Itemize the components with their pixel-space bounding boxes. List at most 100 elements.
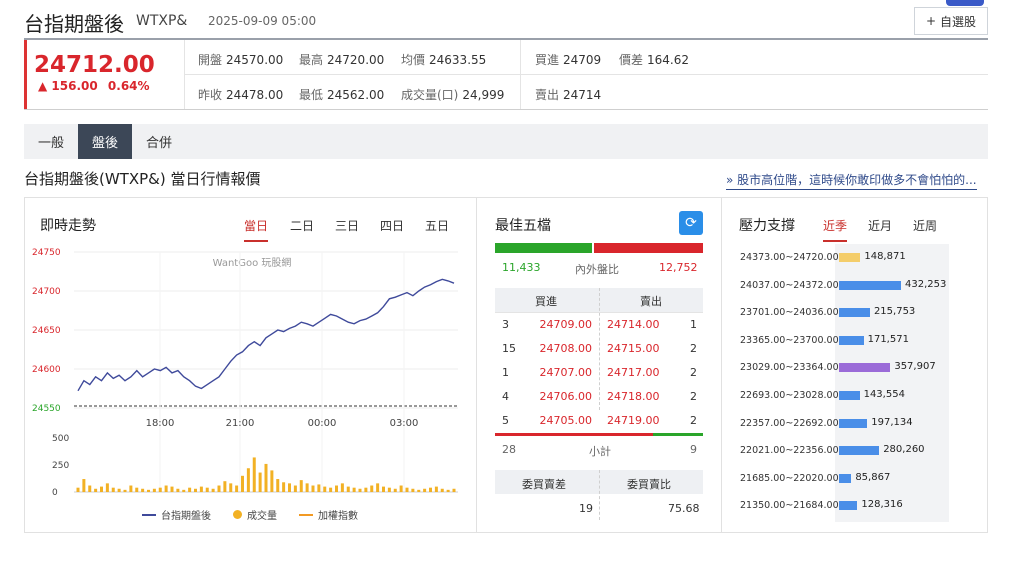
- sell-quantity: 2: [690, 342, 697, 355]
- dot-icon: [233, 510, 242, 519]
- volume-bar: [176, 488, 180, 492]
- volume-bar: [839, 473, 852, 483]
- volume-value: 143,554: [863, 389, 905, 400]
- volume-bar: [188, 487, 192, 492]
- news-link[interactable]: » 股市高位階，這時候你敢印做多不會怕怕的...: [726, 171, 977, 190]
- volume-bar: [88, 485, 92, 492]
- sell-quantity: 2: [690, 366, 697, 379]
- volume-bar: [282, 482, 286, 492]
- add-favorite-button[interactable]: + 自選股: [914, 7, 988, 35]
- price-range-label: 22693.00~23028.00: [740, 390, 839, 401]
- subtotal-label: 小計: [589, 445, 611, 458]
- volume-bar: [100, 486, 103, 492]
- volume-bar: [446, 489, 450, 492]
- quote-bottom-divider: [24, 109, 988, 110]
- volume-bar: [194, 488, 197, 492]
- quote-avg: 均價 24633.55: [401, 53, 487, 67]
- volume-bar: [305, 483, 309, 492]
- tab-regular[interactable]: 一般: [24, 124, 78, 159]
- buy-price: 24706.00: [539, 390, 593, 403]
- order-ratio-label: 委買賣比: [627, 478, 671, 491]
- volume-bar: [376, 483, 380, 492]
- tab-after-hours[interactable]: 盤後: [78, 124, 132, 159]
- fav-tag-decoration: [946, 0, 984, 6]
- sell-quantity: 2: [690, 414, 697, 427]
- volume-bar: [364, 487, 368, 492]
- sell-price: 24717.00: [607, 366, 660, 379]
- buy-price: 24709.00: [539, 318, 593, 331]
- quote-ask: 賣出 24714: [535, 88, 602, 102]
- volume-bar: [94, 488, 98, 492]
- volume-bar: [246, 468, 250, 492]
- tab-intraday-2d[interactable]: 二日: [290, 217, 314, 234]
- volume-bar: [252, 457, 256, 492]
- volume-bar: [158, 487, 162, 492]
- volume-bar: [323, 486, 327, 492]
- tab-combined[interactable]: 合併: [132, 124, 186, 159]
- volume-bar: [223, 481, 227, 492]
- line-icon: [142, 513, 156, 516]
- price-range-label: 24037.00~24372.00: [740, 279, 839, 291]
- tab-intraday-3d[interactable]: 三日: [335, 217, 359, 234]
- quote-row-divider: [184, 74, 988, 75]
- volume-bar: [235, 485, 239, 492]
- volume-bar: [340, 483, 344, 492]
- buy-price: 24707.00: [539, 366, 593, 379]
- quote-open: 開盤 24570.00: [198, 53, 284, 67]
- tab-month[interactable]: 近月: [868, 217, 892, 234]
- price-range-label: 23365.00~23700.00: [740, 334, 839, 346]
- volume-bar: [393, 488, 397, 492]
- tab-intraday-1d[interactable]: 當日: [244, 217, 269, 242]
- buy-quantity: 4: [502, 390, 509, 403]
- section-title: 台指期盤後(WTXP&) 當日行情報價: [24, 170, 261, 188]
- add-favorite-label: 自選股: [940, 14, 977, 29]
- quote-bid: 買進 24709: [535, 53, 602, 67]
- price-change: ▲ 156.00 0.64%: [38, 79, 150, 93]
- last-price: 24712.00: [34, 52, 155, 78]
- volume-bar: [141, 488, 145, 492]
- x-tick-label: 00:00: [308, 418, 337, 429]
- inner-outer-label: 內外盤比: [575, 263, 619, 276]
- volume-bar: [839, 335, 864, 345]
- order-ratio-value: 75.68: [668, 502, 700, 515]
- buy-quantity: 3: [502, 318, 509, 331]
- best-five-title: 最佳五檔: [495, 218, 551, 234]
- buy-price: 24705.00: [539, 414, 593, 427]
- y-tick-label: 24750: [32, 248, 61, 258]
- tab-intraday-5d[interactable]: 五日: [425, 217, 449, 234]
- volume-tick-label: 250: [52, 461, 69, 471]
- volume-bar: [123, 489, 127, 492]
- price-range-label: 21350.00~21684.00: [740, 500, 839, 512]
- intraday-chart[interactable]: 24750 24700 24650 24600 24550 WantGoo 玩股網 18:0…: [30, 242, 470, 502]
- sell-price: 24718.00: [607, 390, 660, 403]
- volume-bar: [839, 253, 861, 262]
- volume-bar: [317, 484, 321, 492]
- tab-quarter[interactable]: 近季: [823, 217, 848, 242]
- x-tick-label: 18:00: [146, 418, 175, 429]
- intraday-legend: 台指期盤後 成交量 加權指數: [142, 507, 358, 522]
- buy-quantity: 15: [502, 342, 516, 355]
- volume-bar: [276, 479, 280, 492]
- y-tick-label: 24700: [32, 287, 61, 297]
- tab-intraday-4d[interactable]: 四日: [380, 217, 404, 234]
- change-percent: 0.64%: [107, 79, 150, 93]
- order-diff-value: 19: [579, 502, 593, 515]
- volume-bar: [423, 488, 427, 492]
- plus-icon: +: [925, 14, 937, 28]
- buy-quantity: 1: [502, 366, 509, 379]
- pressure-support-title: 壓力支撐: [739, 218, 795, 234]
- legend-item-volume: 成交量: [233, 507, 277, 522]
- refresh-icon[interactable]: ⟳: [679, 211, 703, 235]
- volume-bar: [264, 463, 268, 492]
- order-diff-divider: [599, 470, 600, 520]
- volume-bar: [152, 488, 156, 492]
- volume-bar: [335, 485, 338, 492]
- volume-bar: [111, 487, 115, 492]
- volume-bar: [211, 488, 215, 492]
- price-range-label: 22021.00~22356.00: [740, 445, 839, 457]
- volume-tick-label: 0: [52, 488, 58, 498]
- volume-bar: [311, 485, 315, 492]
- tab-week[interactable]: 近周: [913, 217, 937, 234]
- volume-bar: [229, 483, 233, 492]
- volume-bar: [117, 488, 121, 492]
